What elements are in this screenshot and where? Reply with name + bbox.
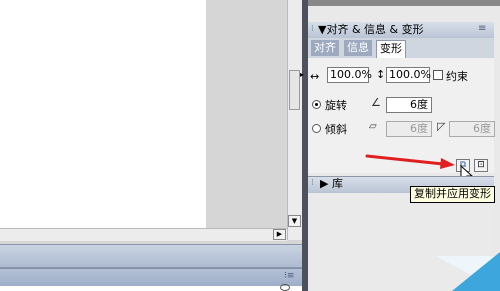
circle-icon (280, 284, 290, 291)
expand-arrow-icon: ▸ (300, 70, 305, 79)
skew-radio[interactable] (312, 124, 321, 133)
bottom-panel-bar (0, 244, 302, 268)
page-curl-decoration-blue (452, 252, 500, 291)
library-panel-title[interactable]: ▶ 库 (320, 177, 343, 191)
skew-horizontal-input[interactable]: 6度 (386, 121, 432, 137)
rotate-label: 旋转 (325, 99, 347, 112)
panel-title[interactable]: ▼对齐 & 信息 & 变形 (318, 22, 424, 38)
dock-top-strip (308, 0, 500, 6)
stage-canvas[interactable] (0, 0, 206, 228)
rotate-radio-dot (315, 103, 318, 106)
gripper-icon[interactable]: ⁞ (311, 24, 314, 34)
tooltip: 复制并应用变形 (410, 186, 495, 203)
skew-horizontal-icon: ▱ (369, 121, 377, 132)
constrain-label: 约束 (446, 70, 468, 83)
annotation-arrow (365, 154, 455, 169)
width-scale-icon: ↔ (310, 70, 320, 83)
constrain-checkbox[interactable] (433, 70, 443, 80)
skew-vertical-input[interactable]: 6度 (449, 121, 495, 137)
skew-label: 倾斜 (325, 123, 347, 136)
height-scale-input[interactable]: 100.0% (386, 67, 431, 83)
panel-options-icon[interactable]: ⁝≡ (284, 271, 298, 283)
rotate-input[interactable]: 6度 (386, 97, 432, 113)
height-scale-icon: ↕ (376, 68, 386, 81)
tab-info[interactable]: 信息 (344, 40, 372, 56)
properties-panel-bar[interactable] (0, 268, 302, 287)
scroll-down-button[interactable]: ▼ (288, 215, 301, 227)
horizontal-scrollbar[interactable] (0, 228, 287, 241)
tab-align[interactable]: 对齐 (311, 40, 339, 56)
reset-transform-button[interactable]: ⊡ (474, 159, 488, 172)
gripper-icon[interactable]: ⁞ (311, 178, 314, 188)
bottom-area (0, 286, 302, 291)
vertical-scroll-thumb[interactable] (289, 70, 300, 110)
tab-transform[interactable]: 变形 (376, 40, 406, 59)
panel-options-icon[interactable]: ≡ (478, 23, 486, 34)
vertical-scrollbar[interactable] (287, 0, 303, 240)
scroll-right-button[interactable]: ▶ (273, 229, 286, 240)
skew-vertical-icon: ◸ (437, 120, 446, 133)
angle-icon: ∠ (371, 96, 381, 109)
width-scale-input[interactable]: 100.0% (327, 67, 372, 83)
